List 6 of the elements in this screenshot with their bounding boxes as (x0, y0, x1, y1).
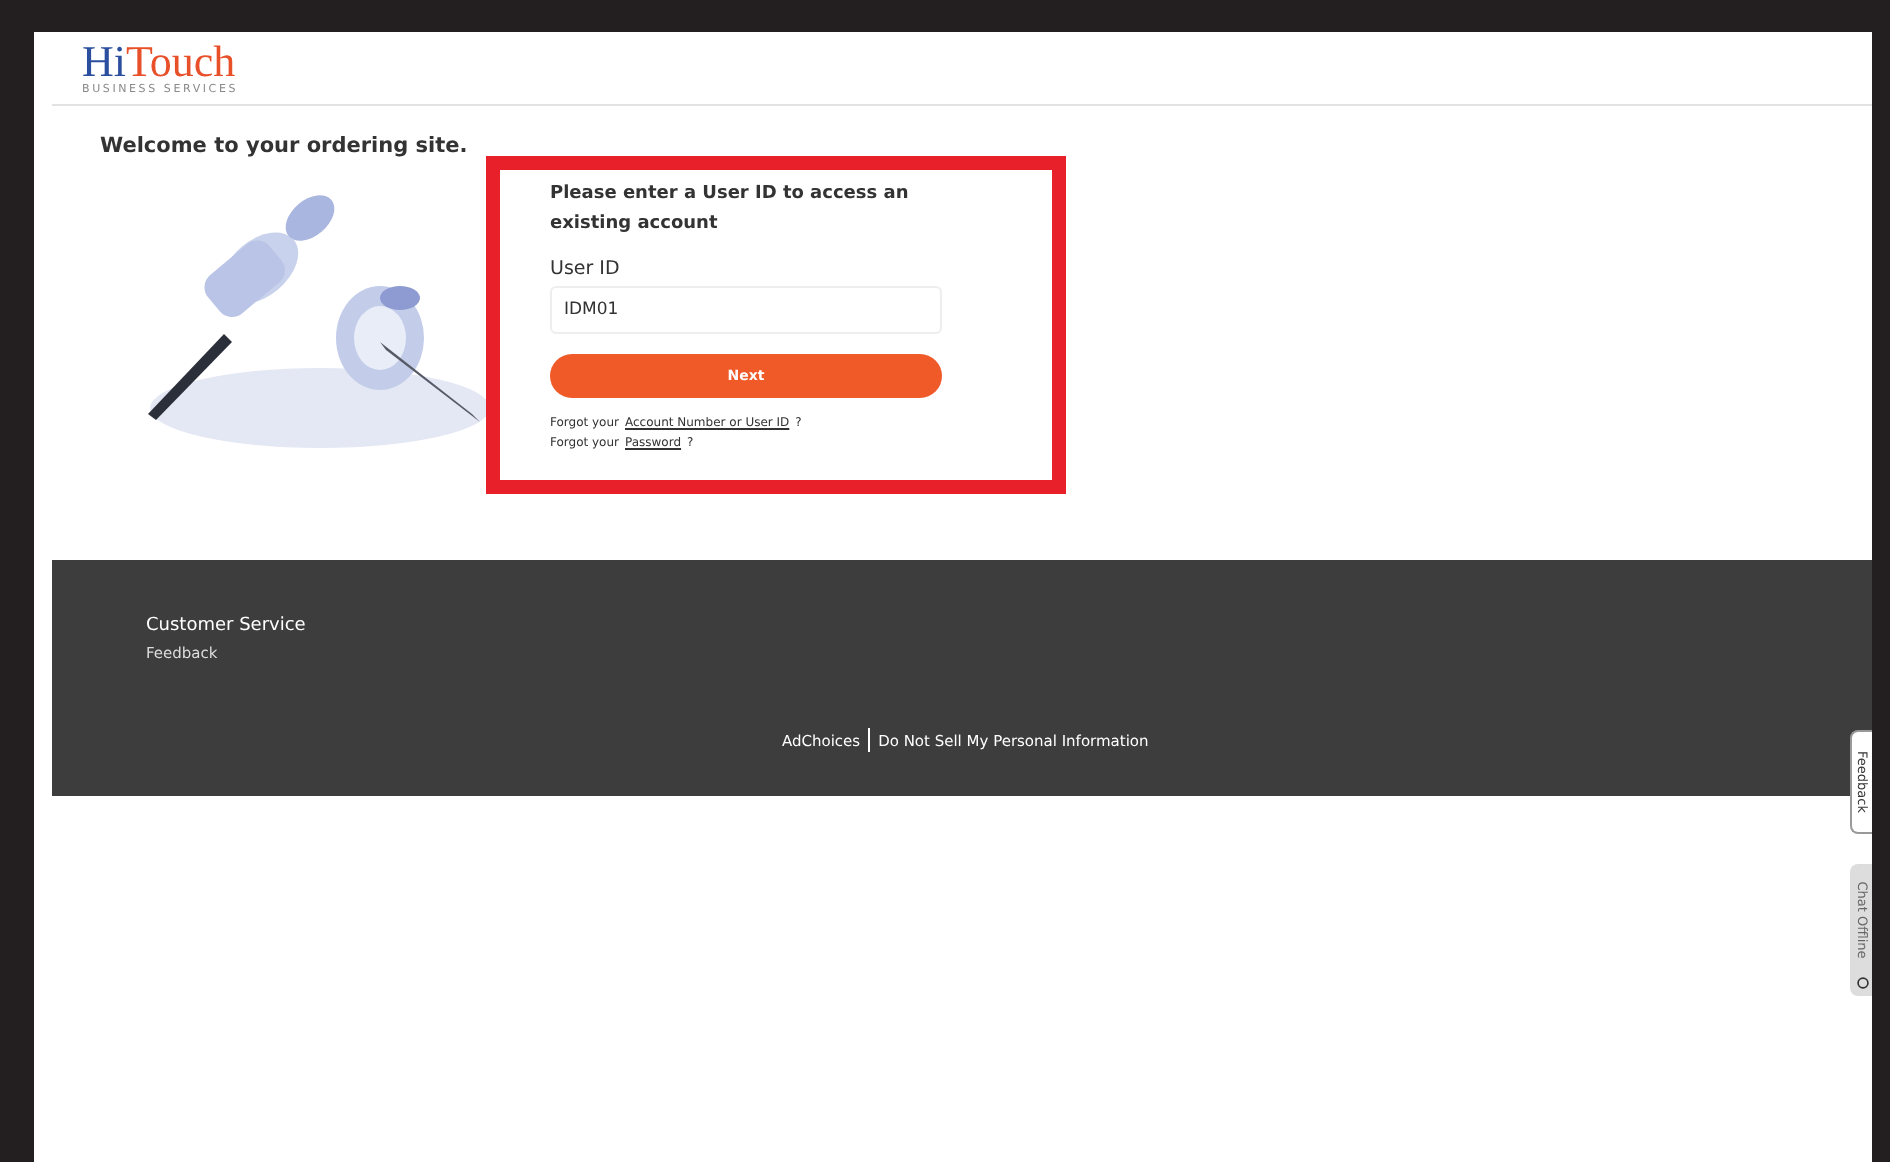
field-label: User ID (550, 258, 622, 280)
welcome-heading: Welcome to your ordering site. (100, 134, 470, 158)
chat-icon (1856, 976, 1870, 990)
footer-heading: Customer Service (146, 616, 306, 636)
login-heading: Please enter a User ID to access an existing account (550, 182, 911, 238)
user-id-field[interactable]: IDM01 (550, 286, 942, 334)
